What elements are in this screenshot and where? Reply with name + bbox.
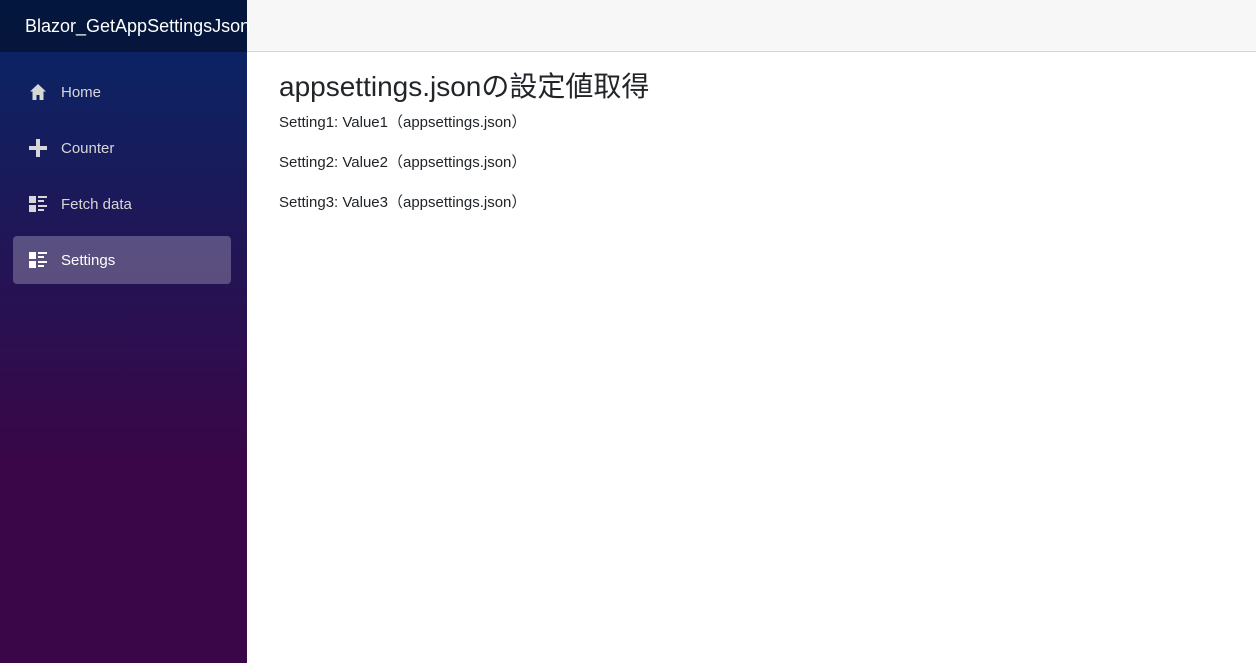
setting-value: Value2（appsettings.json） [342,153,527,171]
list-rich-icon [28,250,48,270]
setting-row-3: Setting3: Value3（appsettings.json） [279,193,527,211]
sidebar: Blazor_GetAppSettingsJson Home Counter F… [0,0,250,663]
setting-row-2: Setting2: Value2（appsettings.json） [279,153,527,171]
setting-name: Setting3 [279,193,335,211]
nav-item-label: Fetch data [61,195,132,213]
nav-item-fetch-data[interactable]: Fetch data [13,180,231,228]
setting-name: Setting1 [279,113,335,131]
nav-item-counter[interactable]: Counter [13,124,231,172]
list-rich-icon [28,194,48,214]
main-area: appsettings.jsonの設定値取得 Setting1: Value1（… [247,0,1256,663]
plus-icon [28,138,48,158]
app-root: Blazor_GetAppSettingsJson Home Counter F… [0,0,1256,663]
setting-row-1: Setting1: Value1（appsettings.json） [279,113,527,131]
brand-link[interactable]: Blazor_GetAppSettingsJson [25,16,250,37]
nav-menu: Home Counter Fetch data Settings [0,52,247,284]
nav-item-label: Settings [61,251,116,269]
setting-name: Setting2 [279,153,335,171]
brand-row: Blazor_GetAppSettingsJson [0,0,250,52]
nav-item-settings[interactable]: Settings [13,236,231,284]
setting-value: Value1（appsettings.json） [342,113,527,131]
nav-item-label: Counter [61,139,115,157]
nav-item-label: Home [61,83,102,101]
page-content: appsettings.jsonの設定値取得 Setting1: Value1（… [247,52,1256,234]
nav-item-home[interactable]: Home [13,68,231,116]
setting-value: Value3（appsettings.json） [342,193,527,211]
home-icon [28,82,48,102]
top-row [247,0,1256,52]
page-title: appsettings.jsonの設定値取得 [279,71,650,102]
